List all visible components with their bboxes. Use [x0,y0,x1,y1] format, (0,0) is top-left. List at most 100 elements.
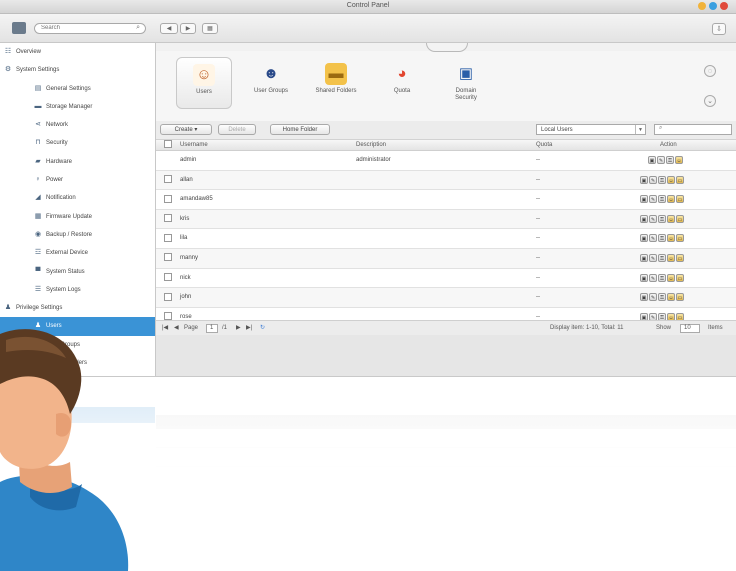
grid-view-button[interactable]: ▦ [202,23,218,34]
search-box[interactable]: ⌕ [34,23,146,34]
folder-quota-icon[interactable]: ▭ [676,214,684,223]
table-row[interactable]: allan -- ▣ ✎ ⚿ ☺ ▭ [156,170,736,191]
prev-page-icon[interactable]: ◀ [174,324,179,332]
table-row[interactable]: manny -- ▣ ✎ ⚿ ☺ ▭ [156,248,736,269]
folder-quota-icon[interactable]: ▭ [676,273,684,282]
sidebar-item-overview[interactable]: ☷ Overview [0,43,155,61]
row-checkbox[interactable] [164,292,172,301]
permission-icon[interactable]: ⚿ [658,293,666,302]
sidebar-item-storage-manager[interactable]: ▬ Storage Manager [0,98,155,116]
delete-button[interactable]: Delete [218,124,256,135]
sidebar-item-privilege-settings[interactable]: ♟ Privilege Settings [0,299,155,317]
group-icon[interactable]: ☺ [667,195,675,204]
permission-icon[interactable]: ⚿ [666,156,674,164]
forward-button[interactable]: ▶ [180,23,196,34]
select-all-checkbox[interactable] [164,140,172,149]
edit-profile-icon[interactable]: ▣ [648,156,656,164]
collapse-tab[interactable] [426,43,468,52]
edit-password-icon[interactable]: ✎ [649,253,657,262]
last-page-icon[interactable]: ▶| [246,324,252,332]
app-user-groups[interactable]: ☻ User Groups [243,57,299,109]
column-username[interactable]: Username [180,140,208,150]
close-button[interactable] [720,2,728,10]
minimize-button[interactable] [698,2,706,10]
edit-profile-icon[interactable]: ▣ [640,214,648,223]
sidebar-item-firmware-update[interactable]: ▦ Firmware Update [0,208,155,226]
group-icon[interactable]: ☺ [667,273,675,282]
maximize-button[interactable] [709,2,717,10]
create-button[interactable]: Create ▾ [160,124,212,135]
sidebar-item-general-settings[interactable]: ▤ General Settings [0,80,155,98]
folder-quota-icon[interactable]: ▭ [676,253,684,262]
group-icon[interactable]: ☺ [667,214,675,223]
user-filter-select[interactable]: Local Users ▼ [536,124,646,135]
column-description[interactable]: Description [356,140,386,150]
sidebar-item-power[interactable]: ♀ Power [0,171,155,189]
group-icon[interactable]: ☺ [667,253,675,262]
permission-icon[interactable]: ⚿ [658,214,666,223]
edit-password-icon[interactable]: ✎ [649,234,657,243]
edit-profile-icon[interactable]: ▣ [640,273,648,282]
refresh-icon[interactable]: ◌ [704,65,716,77]
table-row[interactable]: nick -- ▣ ✎ ⚿ ☺ ▭ [156,268,736,289]
row-checkbox[interactable] [164,253,172,262]
permission-icon[interactable]: ⚿ [658,195,666,204]
permission-icon[interactable]: ⚿ [658,175,666,184]
edit-profile-icon[interactable]: ▣ [640,293,648,302]
sidebar-item-hardware[interactable]: ▰ Hardware [0,153,155,171]
table-row[interactable]: john -- ▣ ✎ ⚿ ☺ ▭ [156,288,736,308]
help-button[interactable]: ⇩ [712,23,726,35]
permission-icon[interactable]: ⚿ [658,253,666,262]
folder-quota-icon[interactable]: ▭ [676,234,684,243]
group-icon[interactable]: ☺ [667,175,675,184]
sidebar-item-system-status[interactable]: ▀ System Status [0,263,155,281]
first-page-icon[interactable]: |◀ [162,324,168,332]
group-icon[interactable]: ☺ [667,293,675,302]
folder-quota-icon[interactable]: ▭ [676,293,684,302]
table-row[interactable]: kris -- ▣ ✎ ⚿ ☺ ▭ [156,209,736,230]
column-quota[interactable]: Quota [536,140,552,150]
app-domain-security[interactable]: ▣ Domain Security [438,57,494,109]
sidebar-item-system-settings[interactable]: ⚙ System Settings [0,61,155,79]
edit-profile-icon[interactable]: ▣ [640,253,648,262]
app-users[interactable]: ☺ Users [176,57,232,109]
next-page-icon[interactable]: ▶ [236,324,241,332]
group-icon[interactable]: ☺ [675,156,683,164]
sidebar-item-security[interactable]: ⊓ Security [0,134,155,152]
table-row[interactable]: lila -- ▣ ✎ ⚿ ☺ ▭ [156,229,736,249]
filter-search-input[interactable]: ⌕ [654,124,732,135]
row-checkbox[interactable] [164,175,172,184]
app-quota[interactable]: ◕ Quota [374,57,430,109]
home-folder-button[interactable]: Home Folder [270,124,330,135]
table-row[interactable]: admin administrator -- ▣ ✎ ⚿ ☺ [156,151,736,171]
edit-password-icon[interactable]: ✎ [649,214,657,223]
edit-password-icon[interactable]: ✎ [649,293,657,302]
permission-icon[interactable]: ⚿ [658,273,666,282]
edit-profile-icon[interactable]: ▣ [640,175,648,184]
app-shared-folders[interactable]: ▬ Shared Folders [308,57,364,109]
row-checkbox[interactable] [164,272,172,281]
menu-icon[interactable] [12,22,26,34]
edit-password-icon[interactable]: ✎ [649,175,657,184]
edit-password-icon[interactable]: ✎ [649,195,657,204]
folder-quota-icon[interactable]: ▭ [676,175,684,184]
refresh-icon[interactable]: ↻ [260,324,265,332]
edit-profile-icon[interactable]: ▣ [640,234,648,243]
sidebar-item-network[interactable]: ⋖ Network [0,116,155,134]
permission-icon[interactable]: ⚿ [658,234,666,243]
table-row[interactable]: amandaw85 -- ▣ ✎ ⚿ ☺ ▭ [156,190,736,210]
group-icon[interactable]: ☺ [667,234,675,243]
sidebar-item-external-device[interactable]: ☲ External Device [0,244,155,262]
sidebar-item-notification[interactable]: ◢ Notification [0,189,155,207]
edit-password-icon[interactable]: ✎ [657,156,665,164]
edit-password-icon[interactable]: ✎ [649,273,657,282]
collapse-icon[interactable]: ⌄ [704,95,716,107]
edit-profile-icon[interactable]: ▣ [640,195,648,204]
row-checkbox[interactable] [164,312,172,321]
sidebar-item-system-logs[interactable]: ☰ System Logs [0,281,155,299]
search-input[interactable] [35,24,137,32]
sidebar-item-backup-restore[interactable]: ◉ Backup / Restore [0,226,155,244]
row-checkbox[interactable] [164,194,172,203]
back-button[interactable]: ◀ [160,23,178,34]
row-checkbox[interactable] [164,233,172,242]
